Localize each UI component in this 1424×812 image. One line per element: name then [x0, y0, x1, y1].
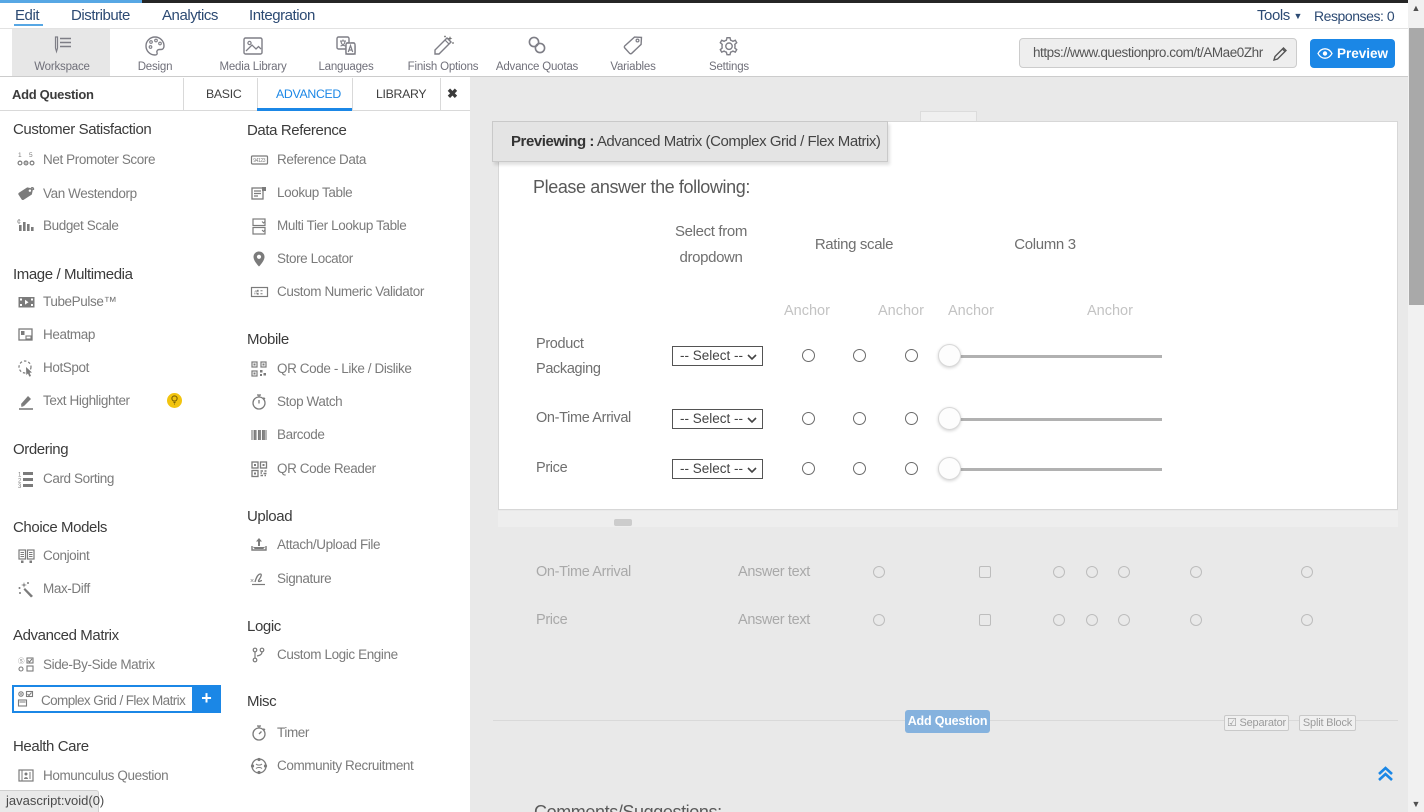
svg-text:94123: 94123	[253, 158, 266, 164]
svg-text:3: 3	[18, 484, 22, 489]
svg-text:¢: ¢	[17, 219, 21, 226]
svg-text:5: 5	[29, 152, 33, 159]
svg-text:Ⓢ: Ⓢ	[18, 657, 25, 665]
svg-text:1: 1	[18, 152, 22, 159]
